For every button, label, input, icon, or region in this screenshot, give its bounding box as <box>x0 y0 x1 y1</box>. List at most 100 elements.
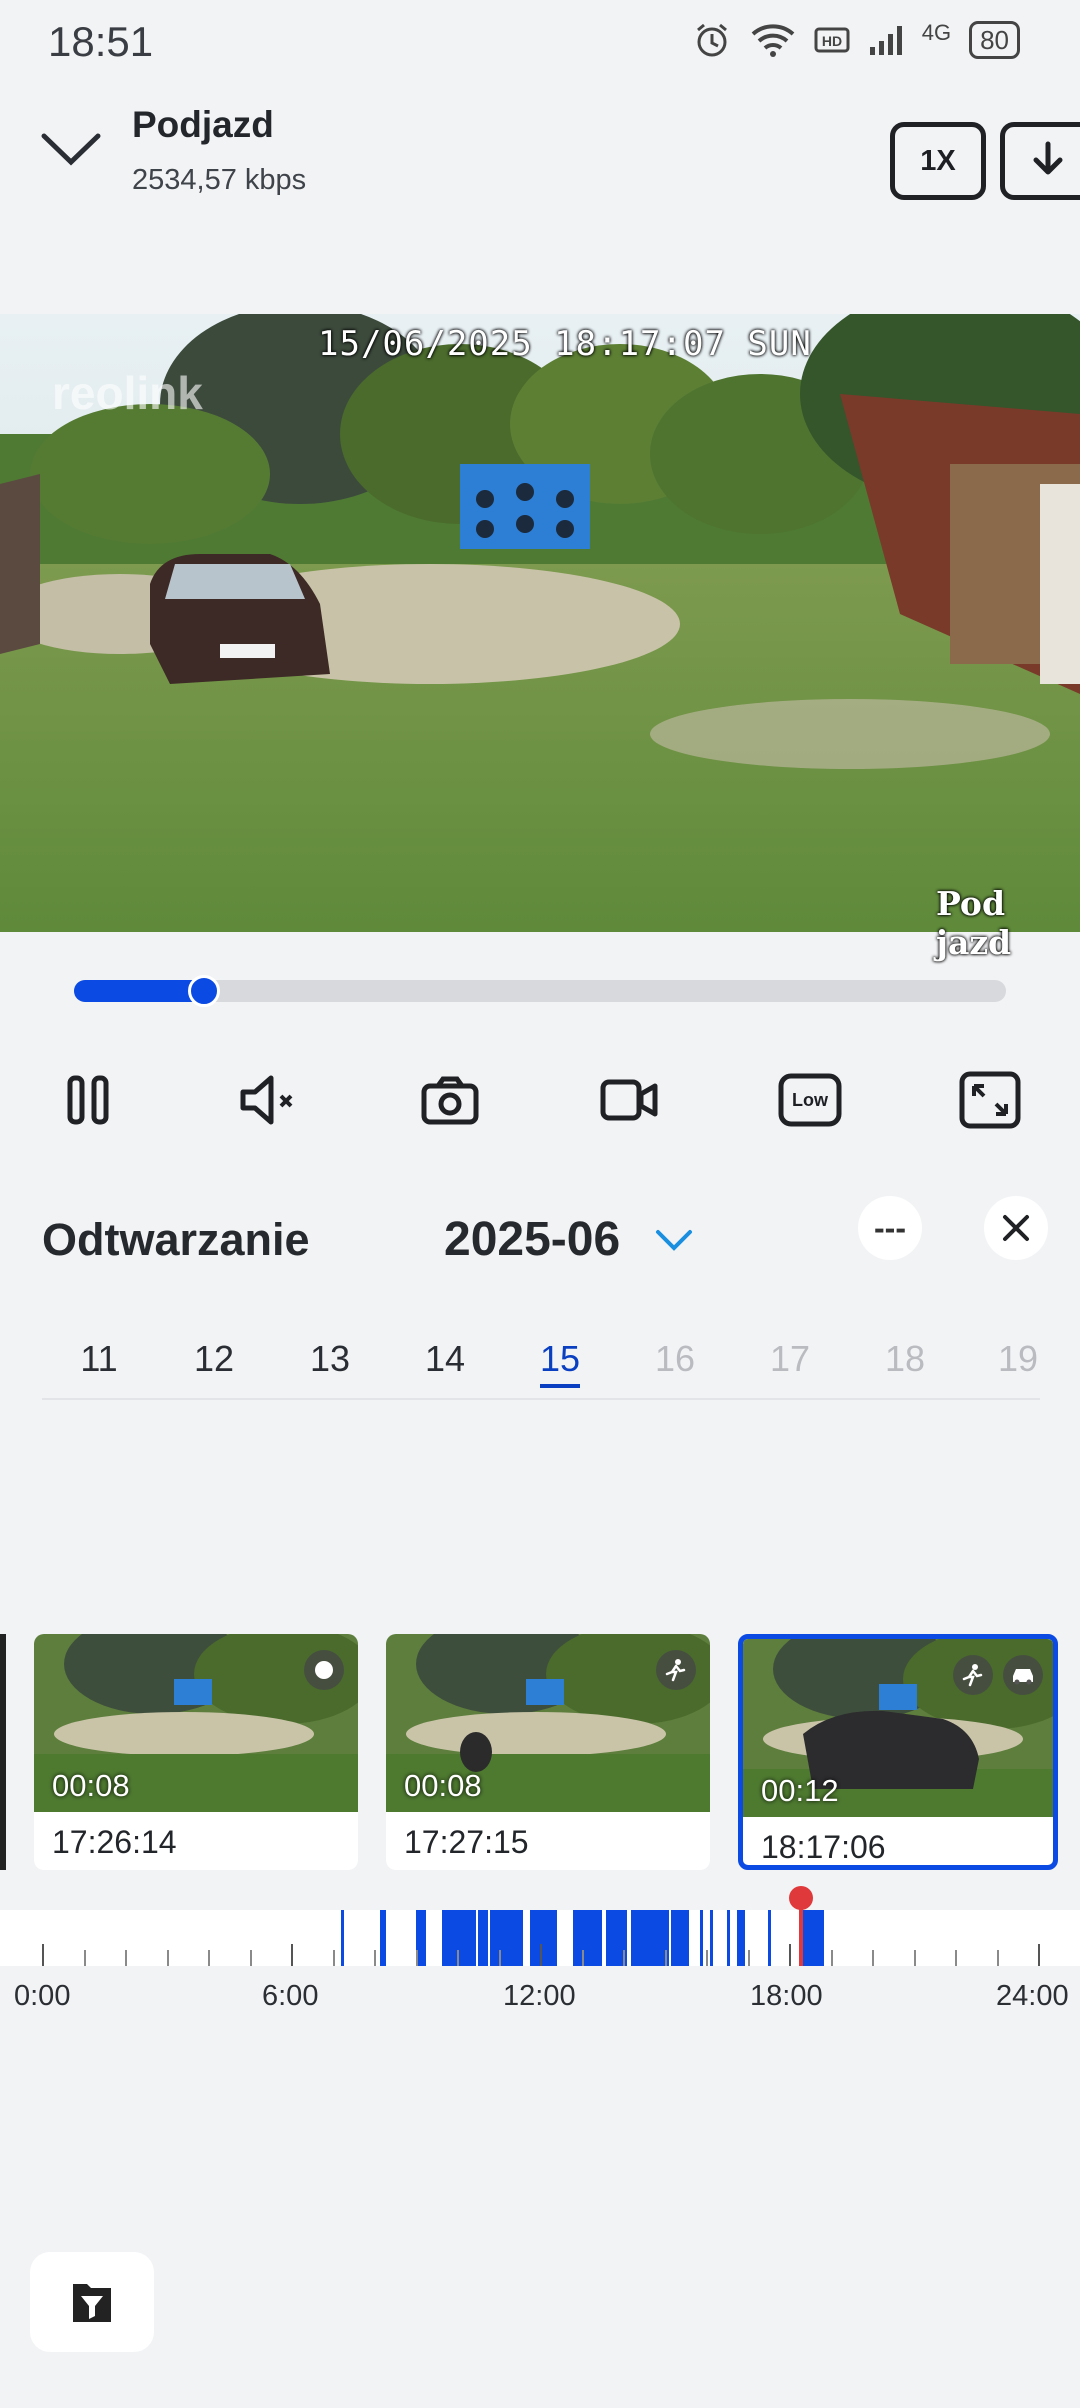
timeline-tick <box>125 1950 127 1966</box>
clip-card-selected[interactable]: 00:12 18:17:06 <box>738 1634 1058 1870</box>
person-icon <box>962 1664 983 1687</box>
timeline-tick <box>830 1950 833 1966</box>
recording-segment <box>670 1910 690 1966</box>
day-18: 18 <box>884 1338 926 1379</box>
day-14[interactable]: 14 <box>405 1338 485 1380</box>
timeline-tick <box>457 1950 459 1966</box>
day-13[interactable]: 13 <box>290 1338 370 1380</box>
close-icon <box>1003 1215 1029 1241</box>
timeline-tick <box>913 1950 916 1966</box>
clip-badge <box>656 1650 696 1690</box>
network-type: 4G <box>921 20 952 45</box>
clip-badge <box>1003 1655 1043 1695</box>
recording-segment <box>573 1910 603 1966</box>
playback-title: Odtwarzanie <box>42 1214 310 1265</box>
chevron-down-icon[interactable] <box>654 1226 694 1254</box>
timeline-playhead-handle[interactable] <box>788 1886 813 1910</box>
collapse-chevron-icon[interactable] <box>36 120 106 180</box>
timeline-tick <box>83 1950 86 1966</box>
timeline-tick <box>249 1950 252 1966</box>
clip-duration: 00:08 <box>52 1768 130 1803</box>
timeline-label: 12:00 <box>503 1980 576 2012</box>
snapshot-icon <box>421 1076 479 1125</box>
timeline-tick <box>374 1950 376 1966</box>
timeline-tick <box>1038 1944 1040 1966</box>
timeline-tick <box>42 1944 44 1966</box>
clip-card[interactable]: 00:08 17:26:14 <box>34 1634 358 1870</box>
month-selector[interactable]: 2025-06 <box>444 1212 620 1267</box>
timeline-label: 6:00 <box>262 1980 319 2012</box>
status-icons: HD 4G 80 <box>692 20 1020 60</box>
alarm-icon <box>696 23 727 57</box>
battery-indicator: 80 <box>969 21 1020 59</box>
osd-camera-name: Pod jazd <box>936 884 1012 962</box>
pause-button[interactable] <box>48 1060 128 1140</box>
day-17: 17 <box>769 1338 811 1379</box>
timeline-tick <box>747 1950 750 1966</box>
playback-progress-thumb[interactable] <box>188 975 221 1007</box>
recording-segment <box>529 1910 557 1966</box>
playback-speed-button[interactable]: 1X <box>890 122 986 200</box>
status-time: 18:51 <box>48 18 154 65</box>
timeline-tick <box>872 1950 874 1966</box>
clip-badge <box>304 1650 344 1690</box>
snapshot-button[interactable] <box>410 1060 490 1140</box>
camera-title: Podjazd <box>132 104 274 145</box>
recording-segment <box>380 1910 387 1966</box>
vehicle-icon <box>1013 1669 1033 1685</box>
clip-time: 17:26:14 <box>52 1824 177 1860</box>
timeline-tick <box>996 1950 999 1966</box>
day-16: 16 <box>654 1338 696 1379</box>
quality-button[interactable]: Low <box>770 1060 850 1140</box>
other-detection-icon <box>315 1661 333 1679</box>
clip-card[interactable]: 00:08 17:27:15 <box>386 1634 710 1870</box>
days-divider <box>42 1398 1040 1400</box>
filter-button[interactable] <box>30 2252 154 2352</box>
watermark-logo: reolink <box>52 367 203 419</box>
timeline-tick <box>498 1950 501 1966</box>
timeline-tick <box>955 1950 957 1966</box>
timeline-tick <box>332 1950 335 1966</box>
wifi-icon <box>751 24 795 57</box>
download-icon <box>1033 141 1063 175</box>
day-11[interactable]: 11 <box>59 1338 139 1380</box>
close-button[interactable] <box>984 1196 1048 1260</box>
timeline-tick <box>415 1950 418 1966</box>
timeline-tick <box>540 1944 542 1966</box>
timeline-tick <box>208 1950 210 1966</box>
day-15[interactable]: 15 <box>520 1338 600 1380</box>
filter-icon <box>73 2284 111 2322</box>
recording-segment <box>737 1910 746 1966</box>
recording-segment <box>710 1910 714 1966</box>
recording-segment <box>801 1910 825 1966</box>
speed-label: 1X <box>920 144 956 177</box>
more-button[interactable]: --- <box>858 1196 922 1260</box>
signal-icon <box>869 26 902 55</box>
mute-button[interactable] <box>230 1060 310 1140</box>
fullscreen-button[interactable] <box>950 1060 1030 1140</box>
person-icon <box>665 1659 686 1682</box>
timeline-label: 0:00 <box>14 1980 71 2012</box>
mute-icon <box>240 1075 293 1125</box>
clip-badge <box>953 1655 993 1695</box>
quality-label: Low <box>792 1089 828 1110</box>
recording-segment <box>631 1910 669 1966</box>
clip-partial[interactable] <box>0 1634 6 1870</box>
record-button[interactable] <box>590 1060 670 1140</box>
recording-segment <box>699 1910 703 1966</box>
clip-time: 17:27:15 <box>404 1824 529 1860</box>
fullscreen-icon <box>959 1071 1021 1129</box>
timeline-tick <box>706 1950 708 1966</box>
recording-segment <box>477 1910 489 1966</box>
osd-datetime: 15/06/2025 18:17:07 SUN <box>318 324 812 364</box>
download-button[interactable] <box>1000 122 1080 200</box>
pause-icon <box>67 1075 109 1125</box>
timeline-tick <box>166 1950 169 1966</box>
record-icon <box>600 1079 658 1121</box>
recording-segment <box>768 1910 772 1966</box>
recording-segment <box>726 1910 730 1966</box>
clip-duration: 00:12 <box>761 1773 839 1808</box>
day-12[interactable]: 12 <box>174 1338 254 1380</box>
hd-icon: HD <box>814 27 850 53</box>
day-19: 19 <box>998 1338 1039 1379</box>
